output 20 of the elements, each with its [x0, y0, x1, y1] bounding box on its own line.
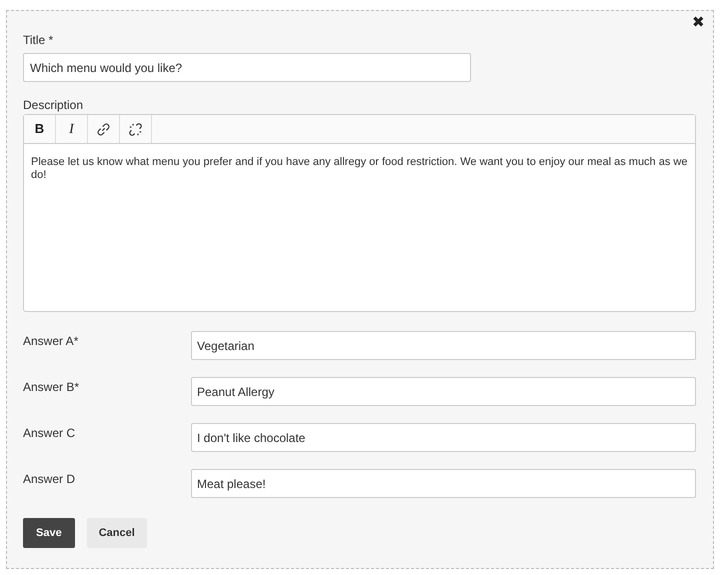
- description-text: Please let us know what menu you prefer and if you have any allregy or food restriction. We want you to enjoy our meal as much as we do!: [30, 155, 688, 182]
- answer-field[interactable]: Vegetarian: [191, 331, 696, 360]
- save-button[interactable]: Save: [23, 518, 75, 548]
- bold-button[interactable]: B: [24, 115, 56, 143]
- broken-link-icon: [129, 122, 142, 136]
- field-label: Description: [23, 97, 84, 114]
- italic-button[interactable]: I: [56, 115, 88, 143]
- answer-label: Answer D: [23, 471, 76, 488]
- answer-label: Answer B*: [23, 379, 80, 396]
- close-button[interactable]: ✖: [692, 15, 705, 30]
- link-icon: [97, 122, 110, 136]
- answer-field[interactable]: I don't like chocolate: [191, 423, 696, 452]
- title-field[interactable]: Which menu would you like?: [23, 53, 471, 82]
- answer-field[interactable]: Meat please!: [191, 469, 696, 498]
- field-label: Title *: [23, 32, 54, 49]
- cancel-button[interactable]: Cancel: [86, 518, 147, 548]
- answer-label: Answer A*: [23, 333, 80, 350]
- answer-field[interactable]: Peanut Allergy: [191, 377, 696, 406]
- rich-text-editor[interactable]: B I Please let us know what menu you prefer and if you have any allregy or food restriction. We want you to enjoy our meal as much as we do!: [23, 114, 696, 312]
- answer-label: Answer C: [23, 425, 76, 442]
